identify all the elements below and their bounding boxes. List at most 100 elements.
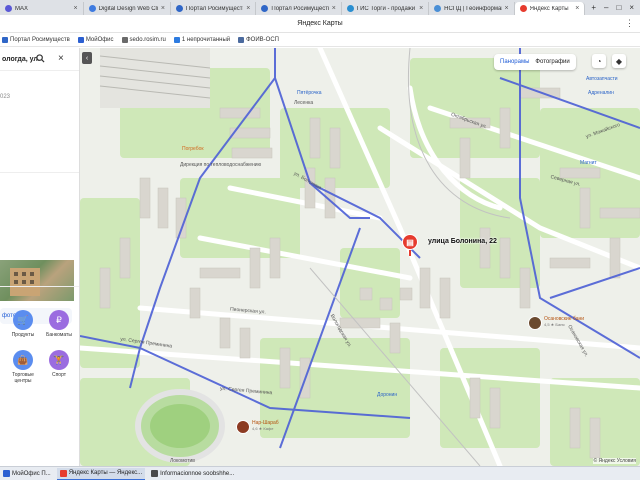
new-tab-icon[interactable]: + xyxy=(591,3,596,12)
category-1[interactable]: ₽ Банкоматы xyxy=(42,310,76,338)
map-label[interactable]: Пятёрочка xyxy=(297,90,322,96)
close-icon[interactable]: × xyxy=(58,53,64,64)
bookmark-item[interactable]: ФОИВ-ОСП xyxy=(238,36,279,43)
browser-tab[interactable]: ГИС Торги - продажи и аре× xyxy=(342,2,430,15)
map-canvas[interactable]: ‹ Панорамы Фотографии ◔ ◆ Пятёрочка Лесен… xyxy=(80,48,640,466)
category-3[interactable]: 🏋 Спорт xyxy=(42,350,76,378)
pin-label[interactable]: улица Болонина, 22 xyxy=(428,238,497,245)
favicon-icon xyxy=(519,5,527,12)
minimize-icon[interactable]: – xyxy=(604,3,608,12)
close-tab-icon[interactable]: × xyxy=(419,5,423,12)
page-title: Яндекс Карты xyxy=(297,20,343,27)
close-tab-icon[interactable]: × xyxy=(505,5,509,12)
map-label[interactable]: Погребок xyxy=(182,146,204,152)
tab-label: Портал Росимущества xyxy=(271,5,329,12)
maximize-icon[interactable]: □ xyxy=(617,3,622,12)
photos-button[interactable]: Фотографии xyxy=(535,59,569,65)
tab-label: Портал Росимущества xyxy=(185,5,244,12)
map-svg[interactable] xyxy=(80,48,640,466)
divider xyxy=(0,172,79,173)
browser-tab[interactable]: Портал Росимущества × xyxy=(256,2,342,15)
window-close-icon[interactable]: × xyxy=(629,3,634,12)
tab-label: MAX xyxy=(15,5,29,12)
bookmark-icon xyxy=(173,36,180,43)
taskbar-label: Informacionnoe soobshhe... xyxy=(160,470,235,477)
map-mode-switcher: Панорамы Фотографии xyxy=(494,54,576,70)
bookmark-label: МойОфис xyxy=(85,36,114,43)
traffic-icon[interactable]: ◔ xyxy=(592,54,606,68)
browser-tab[interactable]: НСПД | Геоинформационн× xyxy=(429,2,515,15)
ruble-icon: ₽ xyxy=(49,310,69,330)
map-label: Лесенка xyxy=(294,100,314,106)
address-bar[interactable]: Яндекс Карты ⋮ xyxy=(0,15,640,33)
taskbar-item[interactable]: МойОфис П... xyxy=(0,468,54,480)
map-copyright[interactable]: © Яндекс Условия xyxy=(593,458,636,464)
bookmark-item[interactable]: МойОфис xyxy=(77,36,114,43)
dumbbell-icon: 🏋 xyxy=(49,350,69,370)
favicon-icon xyxy=(346,5,354,12)
place-panel: ологда, ул. × 023 фото 🛒 Продукты ₽ Банкома… xyxy=(0,48,80,466)
bookmark-label: ФОИВ-ОСП xyxy=(246,36,279,43)
search-box[interactable]: ологда, ул. × xyxy=(0,50,78,68)
location-pin[interactable]: ▤ xyxy=(402,234,418,256)
taskbar-label: МойОфис П... xyxy=(12,470,51,477)
map-label[interactable]: Адреналин xyxy=(588,90,614,96)
more-menu-icon[interactable]: ⋮ xyxy=(625,18,634,29)
panoramas-button[interactable]: Панорамы xyxy=(500,59,529,65)
map-label: Локомотив xyxy=(170,458,195,464)
map-label: Дирекция по тепловодоснабжению xyxy=(180,162,262,168)
browser-tab[interactable]: MAX × xyxy=(0,2,84,15)
browser-tab-bar: MAX×Digital Design Web Client×Портал Рос… xyxy=(0,0,640,15)
poi-cafe[interactable]: Нар-Шараб 4,6 ★ Кафе xyxy=(236,420,279,434)
browser-tab[interactable]: Портал Росимущества × xyxy=(171,2,257,15)
poi-photo xyxy=(236,420,250,434)
taskbar-label: Яндекс Карты — Яндекс... xyxy=(68,470,143,476)
app-icon xyxy=(3,470,10,477)
bookmark-item[interactable]: Портал Росимуществ xyxy=(2,36,70,43)
bookmark-label: sedo.rosim.ru xyxy=(129,36,166,43)
taskbar-item[interactable]: Informacionnoe soobshhe... xyxy=(148,468,237,480)
collapse-panel-button[interactable]: ‹ xyxy=(82,52,92,64)
app-icon xyxy=(59,469,67,477)
place-photo[interactable] xyxy=(0,260,74,301)
tab-label: Digital Design Web Client xyxy=(98,5,158,12)
map-label[interactable]: Доронин xyxy=(377,392,397,398)
favicon-icon xyxy=(5,5,12,12)
favicon-icon xyxy=(434,5,442,12)
category-2[interactable]: 👜 Торговые центры xyxy=(6,350,40,384)
divider xyxy=(0,286,79,287)
category-label: Банкоматы xyxy=(46,332,72,338)
bookmark-item[interactable]: sedo.rosim.ru xyxy=(121,36,166,43)
taskbar-item[interactable]: Яндекс Карты — Яндекс... xyxy=(56,467,146,480)
tab-label: НСПД | Геоинформационн xyxy=(444,5,502,12)
close-tab-icon[interactable]: × xyxy=(161,5,165,12)
app-icon xyxy=(151,470,159,477)
bookmark-item[interactable]: 1 непрочитанный xyxy=(173,36,231,43)
category-0[interactable]: 🛒 Продукты xyxy=(6,310,40,338)
cart-icon: 🛒 xyxy=(13,310,33,330)
layers-icon[interactable]: ◆ xyxy=(612,54,626,68)
close-tab-icon[interactable]: × xyxy=(74,5,78,12)
close-tab-icon[interactable]: × xyxy=(575,5,579,12)
bookmark-label: 1 непрочитанный xyxy=(181,36,231,43)
search-icon[interactable] xyxy=(36,54,45,63)
poi-bathhouse[interactable]: Осановские бани 4,5 ★ Баня xyxy=(528,316,584,330)
bookmark-icon xyxy=(121,36,128,43)
bookmark-icon xyxy=(77,36,84,43)
search-input[interactable]: ологда, ул. xyxy=(2,56,40,63)
favicon-icon xyxy=(175,5,183,12)
close-tab-icon[interactable]: × xyxy=(332,5,336,12)
divider xyxy=(0,70,79,71)
poi-subtitle: 4,5 ★ Баня xyxy=(544,322,565,327)
close-tab-icon[interactable]: × xyxy=(246,5,250,12)
poi-subtitle: 4,6 ★ Кафе xyxy=(252,426,274,431)
year-text: 023 xyxy=(0,94,11,100)
browser-tab[interactable]: Яндекс Карты × xyxy=(514,2,586,15)
map-label[interactable]: Магнит xyxy=(580,160,597,166)
building-icon: ▤ xyxy=(402,234,418,250)
bookmark-label: Портал Росимуществ xyxy=(10,36,70,43)
bag-icon: 👜 xyxy=(13,350,33,370)
map-label[interactable]: Автозапчасти xyxy=(586,76,618,82)
bookmarks-bar: Портал Росимуществ МойОфис sedo.rosim.ru 1 … xyxy=(0,33,640,47)
browser-tab[interactable]: Digital Design Web Client× xyxy=(84,2,171,15)
